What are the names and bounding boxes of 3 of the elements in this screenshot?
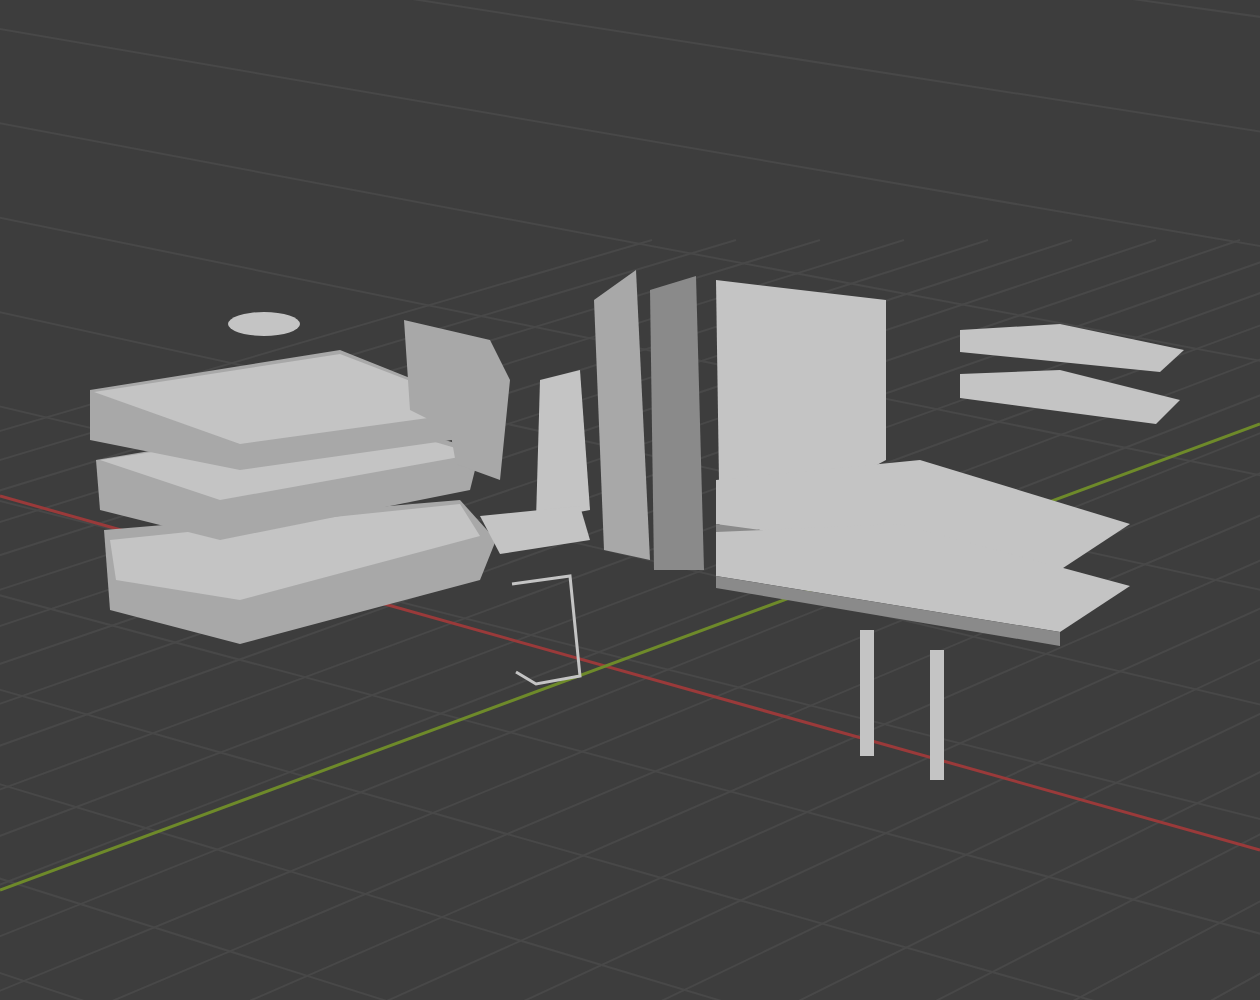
- pillow-model: [228, 312, 300, 336]
- post-model: [860, 630, 874, 756]
- post-model: [930, 650, 944, 780]
